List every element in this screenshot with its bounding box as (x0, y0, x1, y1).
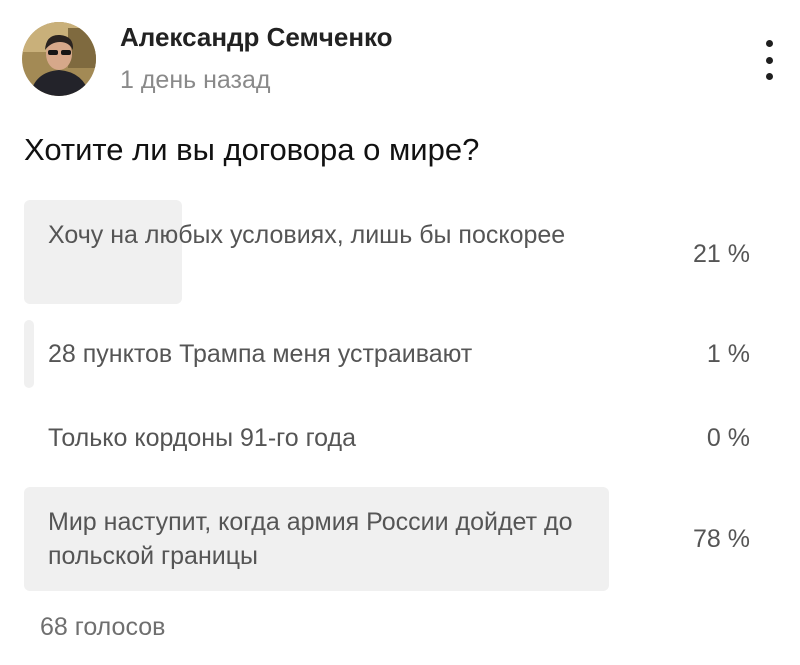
post-timestamp: 1 день назад (120, 66, 271, 94)
poll-question: Хотите ли вы договора о мире? (24, 132, 480, 167)
menu-dot (765, 73, 773, 80)
poll-option[interactable]: Только кордоны 91-го года 0 % (24, 404, 750, 472)
option-percent: 78 % (693, 525, 750, 553)
option-percent: 21 % (693, 240, 750, 268)
author-avatar[interactable] (22, 22, 96, 96)
poll-option[interactable]: 28 пунктов Трампа меня устраивают 1 % (24, 320, 750, 388)
poll-option[interactable]: Мир наступит, когда армия России дойдет … (24, 487, 750, 591)
menu-dot (765, 56, 773, 64)
option-percent: 1 % (706, 340, 750, 368)
option-label: Только кордоны 91-го года (48, 424, 356, 452)
option-label: Мир наступит, когда армия России дойдет … (48, 508, 573, 570)
more-options-icon[interactable] (757, 40, 781, 80)
option-percent: 0 % (706, 424, 750, 452)
option-label: Хочу на любых условиях, лишь бы поскорее (48, 221, 566, 249)
post-header: Александр Семченко 1 день назад (22, 20, 782, 100)
avatar-photo (22, 22, 96, 96)
author-name[interactable]: Александр Семченко (120, 22, 393, 53)
option-label: 28 пунктов Трампа меня устраивают (48, 340, 473, 368)
poll-option[interactable]: Хочу на любых условиях, лишь бы поскорее… (24, 200, 750, 304)
menu-dot (765, 40, 773, 47)
option-result-bar (24, 320, 34, 388)
option-result-bar (24, 200, 182, 304)
vote-count: 68 голосов (40, 613, 166, 641)
